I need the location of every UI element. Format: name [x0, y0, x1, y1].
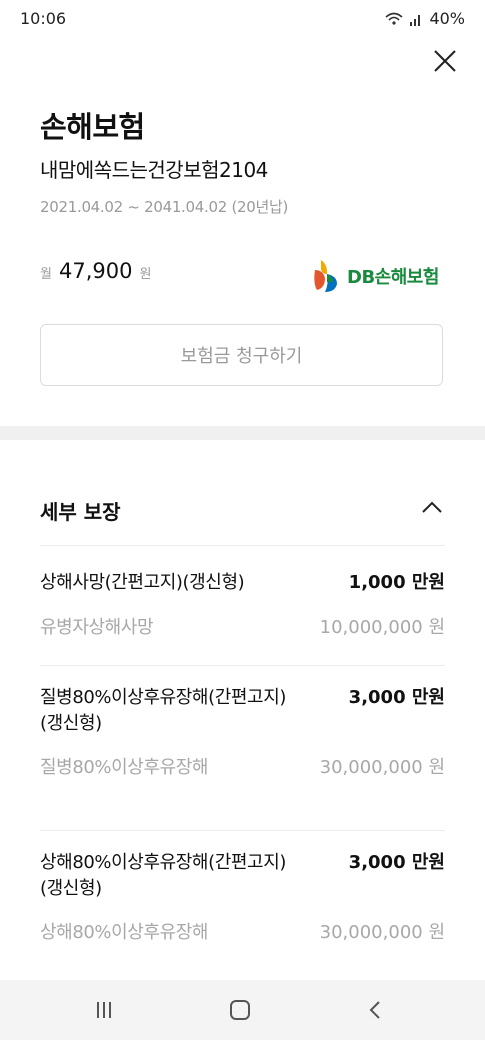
premium-prefix: 월 [40, 267, 52, 282]
back-icon[interactable] [362, 996, 390, 1024]
close-icon[interactable] [428, 44, 462, 78]
premium-suffix: 원 [139, 267, 152, 282]
db-logo-icon [314, 260, 337, 292]
status-time: 10:06 [20, 9, 67, 28]
chevron-up-icon[interactable] [418, 494, 446, 522]
status-bar: 10:06 40% [0, 0, 485, 38]
coverage-sub-amount: 30,000,000 원 [319, 922, 445, 943]
signal-icon [410, 14, 421, 26]
monthly-premium: 월 47,900 원 [40, 259, 151, 283]
contract-period: 2021.04.02 ~ 2041.04.02 (20년납) [40, 198, 289, 216]
coverage-sub-amount: 30,000,000 원 [319, 757, 445, 778]
section-separator [0, 426, 485, 440]
home-icon[interactable] [226, 996, 254, 1024]
divider [40, 545, 445, 546]
coverage-item: 질병80%이상후유장해(간편고지)(갱신형) 3,000 만원 질병80%이상후… [40, 685, 445, 815]
coverage-amount: 3,000 만원 [348, 687, 445, 708]
claim-button[interactable]: 보험금 청구하기 [40, 324, 443, 386]
product-name: 내맘에쏙드는건강보험2104 [40, 158, 268, 182]
status-right: 40% [385, 9, 465, 28]
insurer-logo-text: DB손해보험 [347, 267, 439, 288]
premium-amount: 47,900 [58, 259, 133, 283]
coverage-amount: 3,000 만원 [348, 852, 445, 873]
coverage-sub-name: 질병80%이상후유장해 [40, 757, 209, 778]
coverage-item: 상해80%이상후유장해(간편고지)(갱신형) 3,000 만원 상해80%이상후… [40, 850, 445, 978]
wifi-icon [385, 12, 403, 25]
coverage-name: 상해사망(간편고지)(갱신형) [40, 572, 245, 593]
coverage-name: 상해80%이상후유장해(간편고지)(갱신형) [40, 852, 286, 899]
divider [40, 665, 445, 666]
recent-apps-icon[interactable] [90, 996, 118, 1024]
coverage-section-title: 세부 보장 [40, 500, 121, 524]
coverage-sub-name: 유병자상해사망 [40, 617, 154, 638]
coverage-item: 상해사망(간편고지)(갱신형) 1,000 만원 유병자상해사망 10,000,… [40, 570, 445, 650]
insurer-logo: DB손해보험 [313, 256, 447, 296]
page-title: 손해보험 [40, 110, 145, 144]
battery-level: 40% [429, 9, 465, 28]
divider [40, 830, 445, 831]
coverage-name: 질병80%이상후유장해(간편고지)(갱신형) [40, 687, 286, 734]
coverage-sub-amount: 10,000,000 원 [319, 617, 445, 638]
coverage-amount: 1,000 만원 [348, 572, 445, 593]
coverage-sub-name: 상해80%이상후유장해 [40, 922, 209, 943]
system-nav-bar [0, 980, 485, 1040]
